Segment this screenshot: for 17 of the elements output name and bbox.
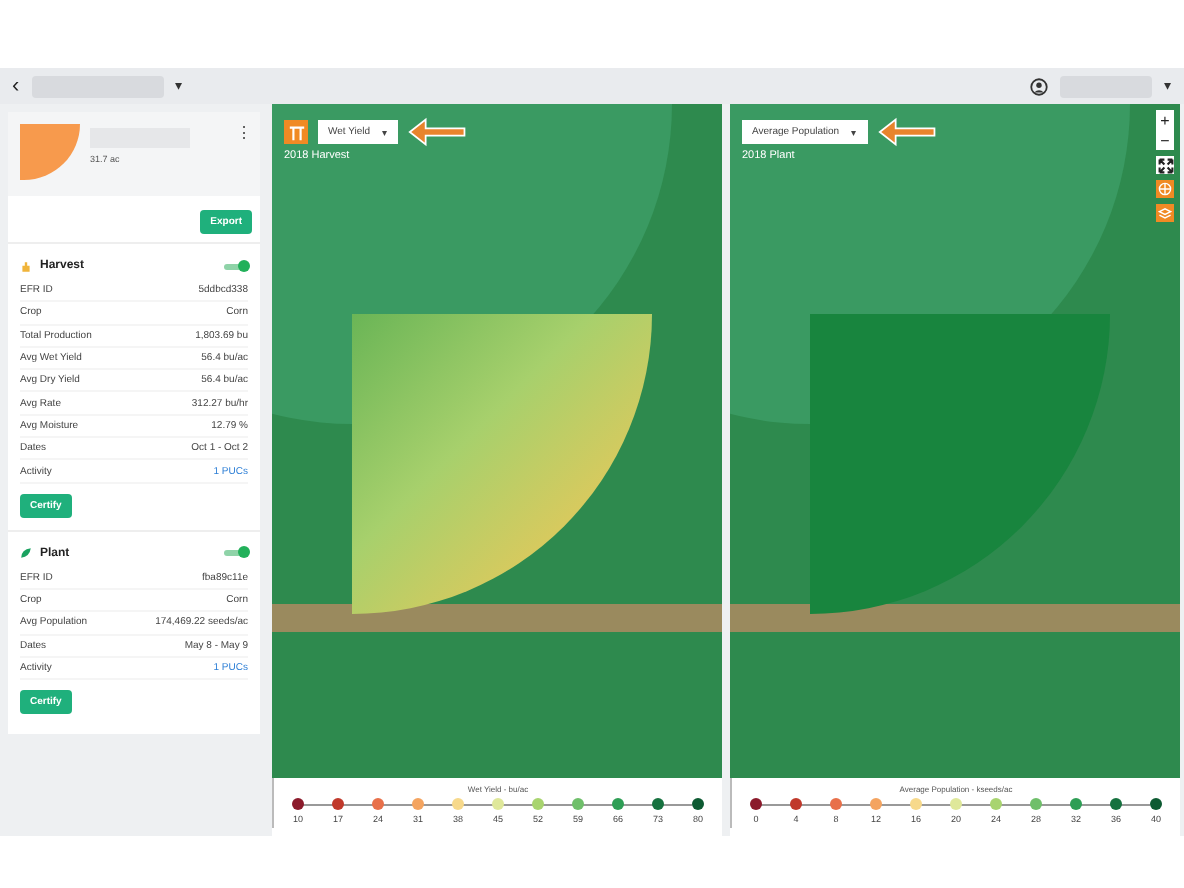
harvest-icon: [20, 259, 32, 273]
layers-button[interactable]: [284, 120, 308, 144]
layers-button[interactable]: [1156, 204, 1174, 222]
leaf-icon: [20, 546, 32, 561]
zoom-control[interactable]: + −: [1156, 110, 1174, 150]
menu-icon[interactable]: ⋮: [236, 124, 252, 184]
zoom-out-button[interactable]: −: [1156, 130, 1174, 150]
back-button[interactable]: ‹: [12, 74, 20, 98]
toggle-switch[interactable]: [224, 550, 248, 557]
toggle-switch[interactable]: [224, 263, 248, 269]
arrow-icon: [877, 114, 938, 150]
zoom-in-button[interactable]: +: [1156, 110, 1174, 130]
globe-button[interactable]: [1156, 180, 1174, 198]
fullscreen-button[interactable]: [1156, 156, 1174, 174]
user-icon[interactable]: [1030, 77, 1048, 95]
arrow-icon: [408, 114, 469, 150]
field-shape-thumbnail: [20, 124, 80, 180]
